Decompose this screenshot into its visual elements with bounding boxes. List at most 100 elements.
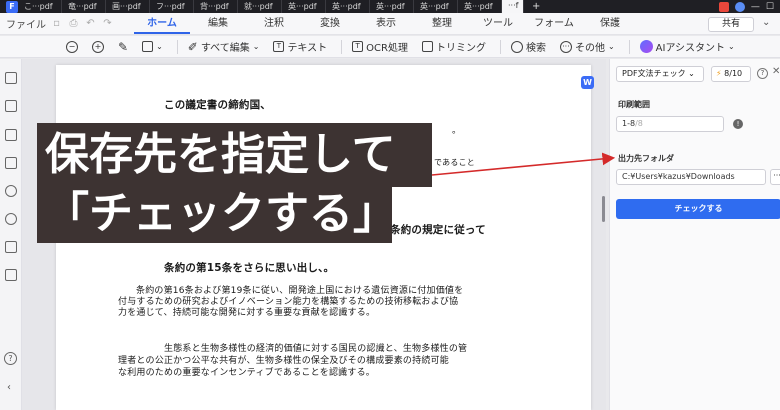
bookmark-icon[interactable] — [5, 100, 17, 112]
save-icon[interactable]: ▫ — [48, 18, 65, 29]
toolbar-divider — [499, 39, 501, 54]
text-button[interactable]: T テキスト — [273, 39, 327, 54]
close-icon[interactable]: ✕ — [772, 66, 780, 77]
tab-convert[interactable]: 変換 — [302, 13, 358, 34]
text-box-icon: T — [273, 41, 285, 52]
left-sidebar: ? ‹ — [0, 59, 22, 410]
document-tab[interactable]: 英···pdf — [414, 0, 458, 13]
document-tab[interactable]: 英···pdf — [458, 0, 502, 13]
bolt-icon: ⚡ — [716, 69, 722, 78]
document-tab[interactable]: 英···pdf — [282, 0, 326, 13]
document-tab[interactable]: 英···pdf — [370, 0, 414, 13]
ocr-button[interactable]: T OCR処理 — [352, 39, 408, 54]
tab-annotate[interactable]: 注釈 — [246, 13, 302, 34]
edit-icon: ✐ — [187, 39, 198, 54]
tab-form[interactable]: フォーム — [526, 13, 582, 34]
caption-line-1: 保存先を指定して — [37, 123, 432, 187]
document-tab[interactable]: こ···pdf — [18, 0, 62, 13]
account-avatar-icon[interactable] — [734, 1, 745, 12]
document-text-line: であること — [434, 158, 475, 167]
app-logo-icon: F — [6, 0, 18, 13]
search-icon[interactable] — [5, 213, 17, 225]
share-button[interactable]: 共有 — [708, 17, 754, 32]
title-tab-bar: F こ···pdf 竜···pdf 画···pdf フ···pdf 背···pd… — [0, 0, 780, 13]
toolbar-divider — [176, 39, 178, 54]
document-tab[interactable]: 英···pdf — [326, 0, 370, 13]
layers-icon[interactable] — [5, 157, 17, 169]
search-label: 検索 — [525, 43, 546, 54]
file-menu[interactable]: ファイル — [0, 16, 48, 31]
home-toolbar: − + ✎ ⌄ ✐ すべて編集 ⌄ T テキスト T OCR処理 トリミング 検索 ··… — [0, 36, 780, 58]
document-tab-active[interactable]: ···f — [502, 0, 524, 13]
ai-assistant-icon — [639, 40, 653, 53]
panel-badge-icon[interactable]: W — [581, 76, 594, 89]
ai-assistant-button[interactable]: AIアシスタント ⌄ — [639, 39, 735, 54]
highlight-button[interactable]: ✎ — [118, 40, 128, 54]
edit-all-label: すべて編集 — [200, 43, 250, 54]
document-tab[interactable]: 就···pdf — [238, 0, 282, 13]
tab-view[interactable]: 表示 — [358, 13, 414, 34]
tab-tools[interactable]: ツール — [470, 13, 526, 34]
tab-organize[interactable]: 整理 — [414, 13, 470, 34]
search-button[interactable]: 検索 — [510, 39, 546, 54]
chevron-down-icon: ⌄ — [252, 42, 260, 51]
chevron-down-icon[interactable]: ⌄ — [762, 17, 770, 28]
more-icon: ··· — [559, 40, 572, 53]
zoom-in-button[interactable]: + — [92, 40, 104, 53]
trimming-button[interactable]: トリミング — [421, 39, 486, 54]
minimize-button[interactable]: — — [751, 2, 760, 12]
document-text-line: 。 — [452, 126, 462, 136]
check-button[interactable]: チェックする — [616, 199, 780, 219]
tool-select[interactable]: PDF文法チェック ⌄ — [616, 66, 704, 82]
print-icon[interactable]: ⎙ — [65, 18, 82, 29]
redo-icon[interactable]: ↷ — [99, 18, 116, 29]
document-text-line: な利用のための重要なインセンティブであることを認識する。 — [118, 368, 375, 378]
zoom-in-icon: + — [92, 40, 104, 53]
notification-icon[interactable] — [718, 1, 729, 12]
attachment-icon[interactable] — [5, 185, 17, 197]
more-tools-button[interactable]: ··· その他 ⌄ — [559, 39, 615, 54]
document-tab[interactable]: 画···pdf — [106, 0, 150, 13]
page-thumbnail-icon[interactable] — [5, 72, 17, 84]
trimming-label: トリミング — [435, 43, 486, 54]
comment-icon[interactable] — [5, 129, 17, 141]
usage-count: ⚡ 8/10 — [711, 66, 751, 82]
caption-line-2: 「チェックする」 — [37, 187, 397, 243]
signature-icon[interactable] — [5, 269, 17, 281]
help-icon[interactable]: ? — [757, 68, 768, 79]
crop-icon — [421, 41, 433, 52]
grammar-check-panel: PDF文法チェック ⌄ ⚡ 8/10 ? ✕ 印刷範囲 1-8/8 ! 出力先フ… — [609, 59, 780, 410]
output-folder-input[interactable]: C:¥Users¥kazus¥Downloads — [616, 169, 766, 185]
tab-edit[interactable]: 編集 — [190, 13, 246, 34]
browse-button[interactable]: ··· — [770, 169, 780, 185]
tab-protect[interactable]: 保護 — [582, 13, 638, 34]
output-folder-label: 出力先フォルダ — [618, 154, 674, 163]
document-tab[interactable]: フ···pdf — [150, 0, 194, 13]
range-input[interactable]: 1-8/8 — [616, 116, 724, 132]
document-tab[interactable]: 背···pdf — [194, 0, 238, 13]
ocr-label: OCR処理 — [366, 43, 408, 54]
help-icon[interactable]: ? — [4, 352, 17, 365]
chevron-down-icon: ⌄ — [607, 42, 615, 51]
edit-all-button[interactable]: ✐ すべて編集 ⌄ — [187, 39, 260, 55]
stack-icon[interactable] — [5, 241, 17, 253]
text-label: テキスト — [287, 43, 328, 54]
maximize-button[interactable]: ☐ — [766, 2, 774, 12]
shape-button[interactable]: ⌄ — [142, 41, 163, 52]
zoom-out-button[interactable]: − — [66, 40, 78, 53]
info-icon[interactable]: ! — [733, 119, 743, 129]
vertical-scrollbar[interactable] — [602, 196, 605, 222]
more-tools-label: その他 — [574, 43, 605, 54]
toolbar-divider — [628, 39, 630, 54]
search-icon — [510, 40, 523, 53]
collapse-icon[interactable]: ‹ — [7, 382, 11, 393]
window-controls: — ☐ — [718, 1, 780, 12]
menu-bar: ファイル ▫ ⎙ ↶ ↷ ホーム 編集 注釈 変換 表示 整理 ツール フォーム… — [0, 13, 780, 35]
undo-icon[interactable]: ↶ — [82, 18, 99, 29]
chevron-down-icon: ⌄ — [156, 42, 163, 51]
new-tab-button[interactable]: + — [524, 1, 548, 12]
range-total: /8 — [635, 119, 643, 128]
document-tab[interactable]: 竜···pdf — [62, 0, 106, 13]
tab-home[interactable]: ホーム — [134, 13, 190, 34]
document-text-line: 力を通じて、持続可能な開発に対する重要な貢献を認識する。 — [118, 308, 376, 318]
